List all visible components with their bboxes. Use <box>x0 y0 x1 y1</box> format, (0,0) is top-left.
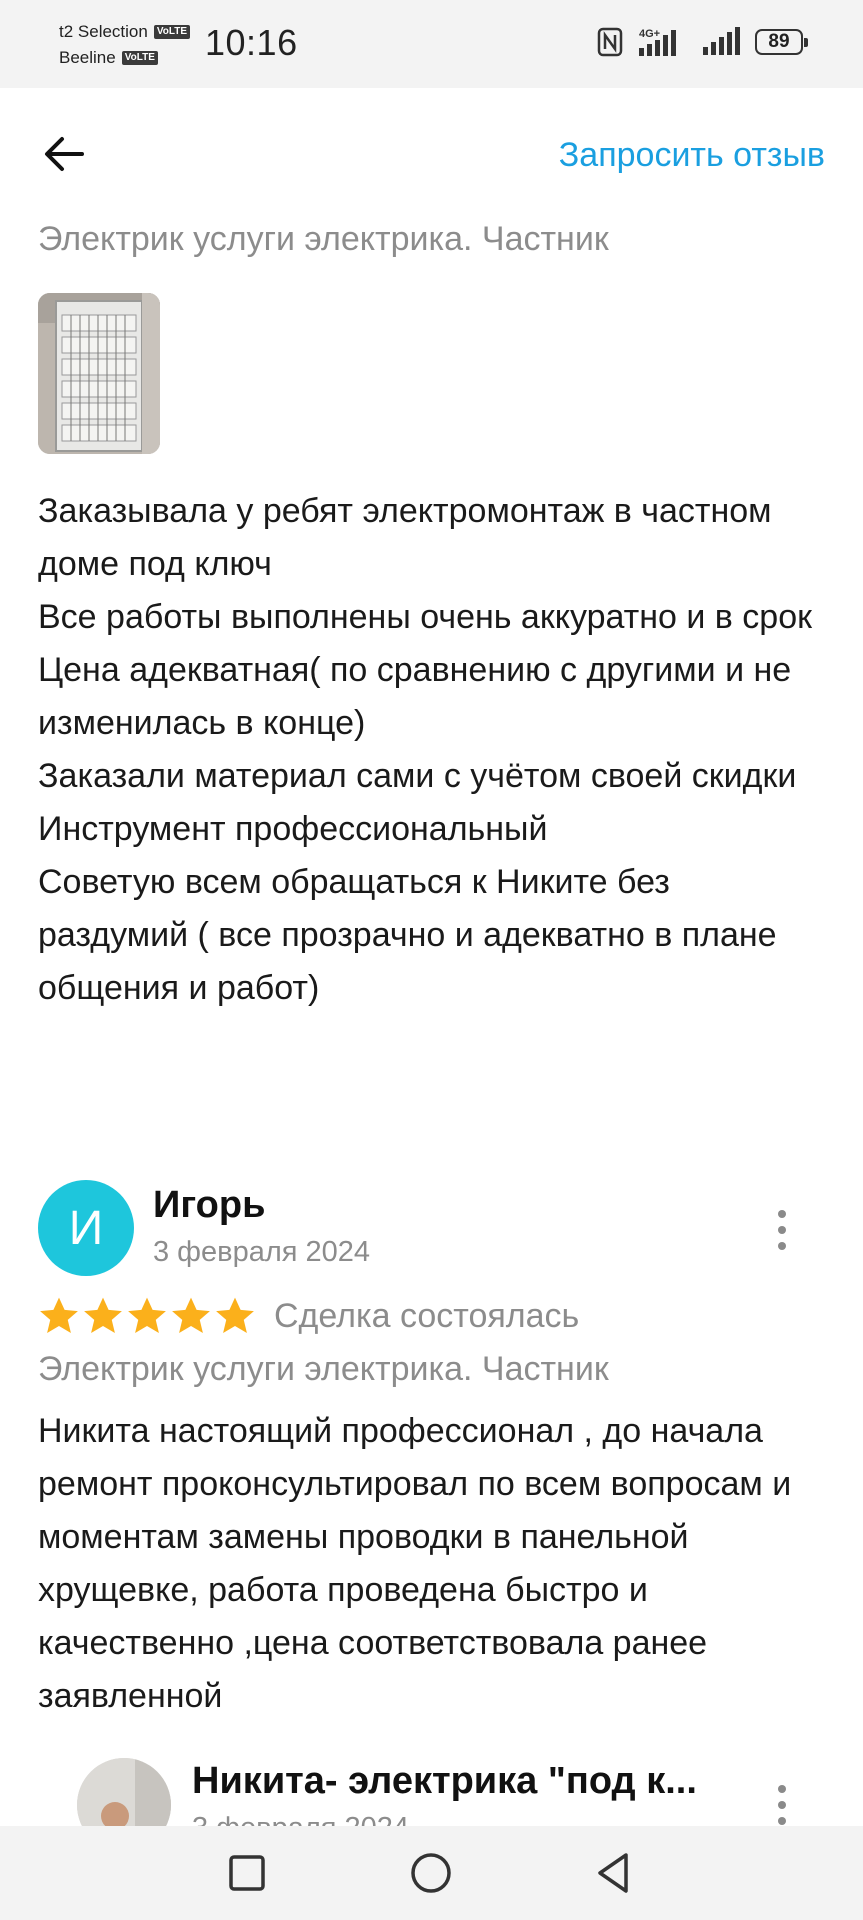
carrier-info: t2 Selection VoLTE Beeline VoLTE <box>59 19 191 71</box>
back-arrow-icon[interactable] <box>38 128 90 180</box>
home-icon[interactable] <box>406 1848 456 1898</box>
nfc-icon <box>597 27 623 57</box>
rating-row: Сделка состоялась <box>38 1295 579 1337</box>
clock: 10:16 <box>205 22 298 63</box>
battery-indicator: 89 <box>755 29 808 55</box>
system-icons: 4G+ 89 <box>597 26 808 58</box>
electrical-panel-image <box>38 293 160 454</box>
back-nav-icon[interactable] <box>590 1848 640 1898</box>
status-bar: t2 Selection VoLTE Beeline VoLTE 10:16 4… <box>0 0 863 88</box>
request-review-link[interactable]: Запросить отзыв <box>559 136 825 175</box>
deal-status: Сделка состоялась <box>274 1296 580 1335</box>
more-options-icon[interactable] <box>770 1210 794 1250</box>
carrier-2: Beeline <box>59 48 116 67</box>
review-line: Цена адекватная( по сравнению с другими … <box>38 651 792 742</box>
avatar[interactable]: И <box>38 1180 134 1276</box>
seller-name[interactable]: Никита- электрика "под к... <box>192 1760 697 1803</box>
review-line: Все работы выполнены очень аккуратно и в… <box>38 598 812 636</box>
review-date: 3 февраля 2024 <box>153 1236 371 1268</box>
star-icon <box>84 1297 122 1333</box>
volte-badge: VoLTE <box>121 51 158 65</box>
navigation-bar <box>0 1826 863 1920</box>
volte-badge: VoLTE <box>153 25 191 39</box>
star-icon <box>40 1297 78 1333</box>
carrier-1: t2 Selection <box>59 22 148 41</box>
star-icon <box>216 1297 254 1333</box>
author-name[interactable]: Игорь <box>153 1184 265 1227</box>
battery-level: 89 <box>768 31 790 52</box>
svg-text:4G+: 4G+ <box>639 28 660 40</box>
review-photo[interactable] <box>38 293 160 454</box>
avatar-letter: И <box>68 1201 104 1255</box>
review-service-label: Электрик услуги электрика. Частник <box>38 1350 609 1388</box>
review-line: Советую всем обращаться к Никите без раз… <box>38 863 777 1007</box>
recent-apps-icon[interactable] <box>222 1848 272 1898</box>
signal-4g-icon: 4G+ <box>639 28 676 56</box>
review-text: Заказывала у ребят электромонтаж в частн… <box>38 485 828 1015</box>
more-options-icon[interactable] <box>770 1785 794 1825</box>
review-service-label: Электрик услуги электрика. Частник <box>38 220 609 258</box>
review-line: Заказывала у ребят электромонтаж в частн… <box>38 492 772 583</box>
review-line: Инструмент профессиональный <box>38 810 548 848</box>
review-line: Заказали материал сами с учётом своей ск… <box>38 757 797 795</box>
star-icon <box>172 1297 210 1333</box>
star-icon <box>128 1297 166 1333</box>
signal-icon <box>703 27 740 55</box>
review-text: Никита настоящий профессионал , до начал… <box>38 1412 792 1715</box>
